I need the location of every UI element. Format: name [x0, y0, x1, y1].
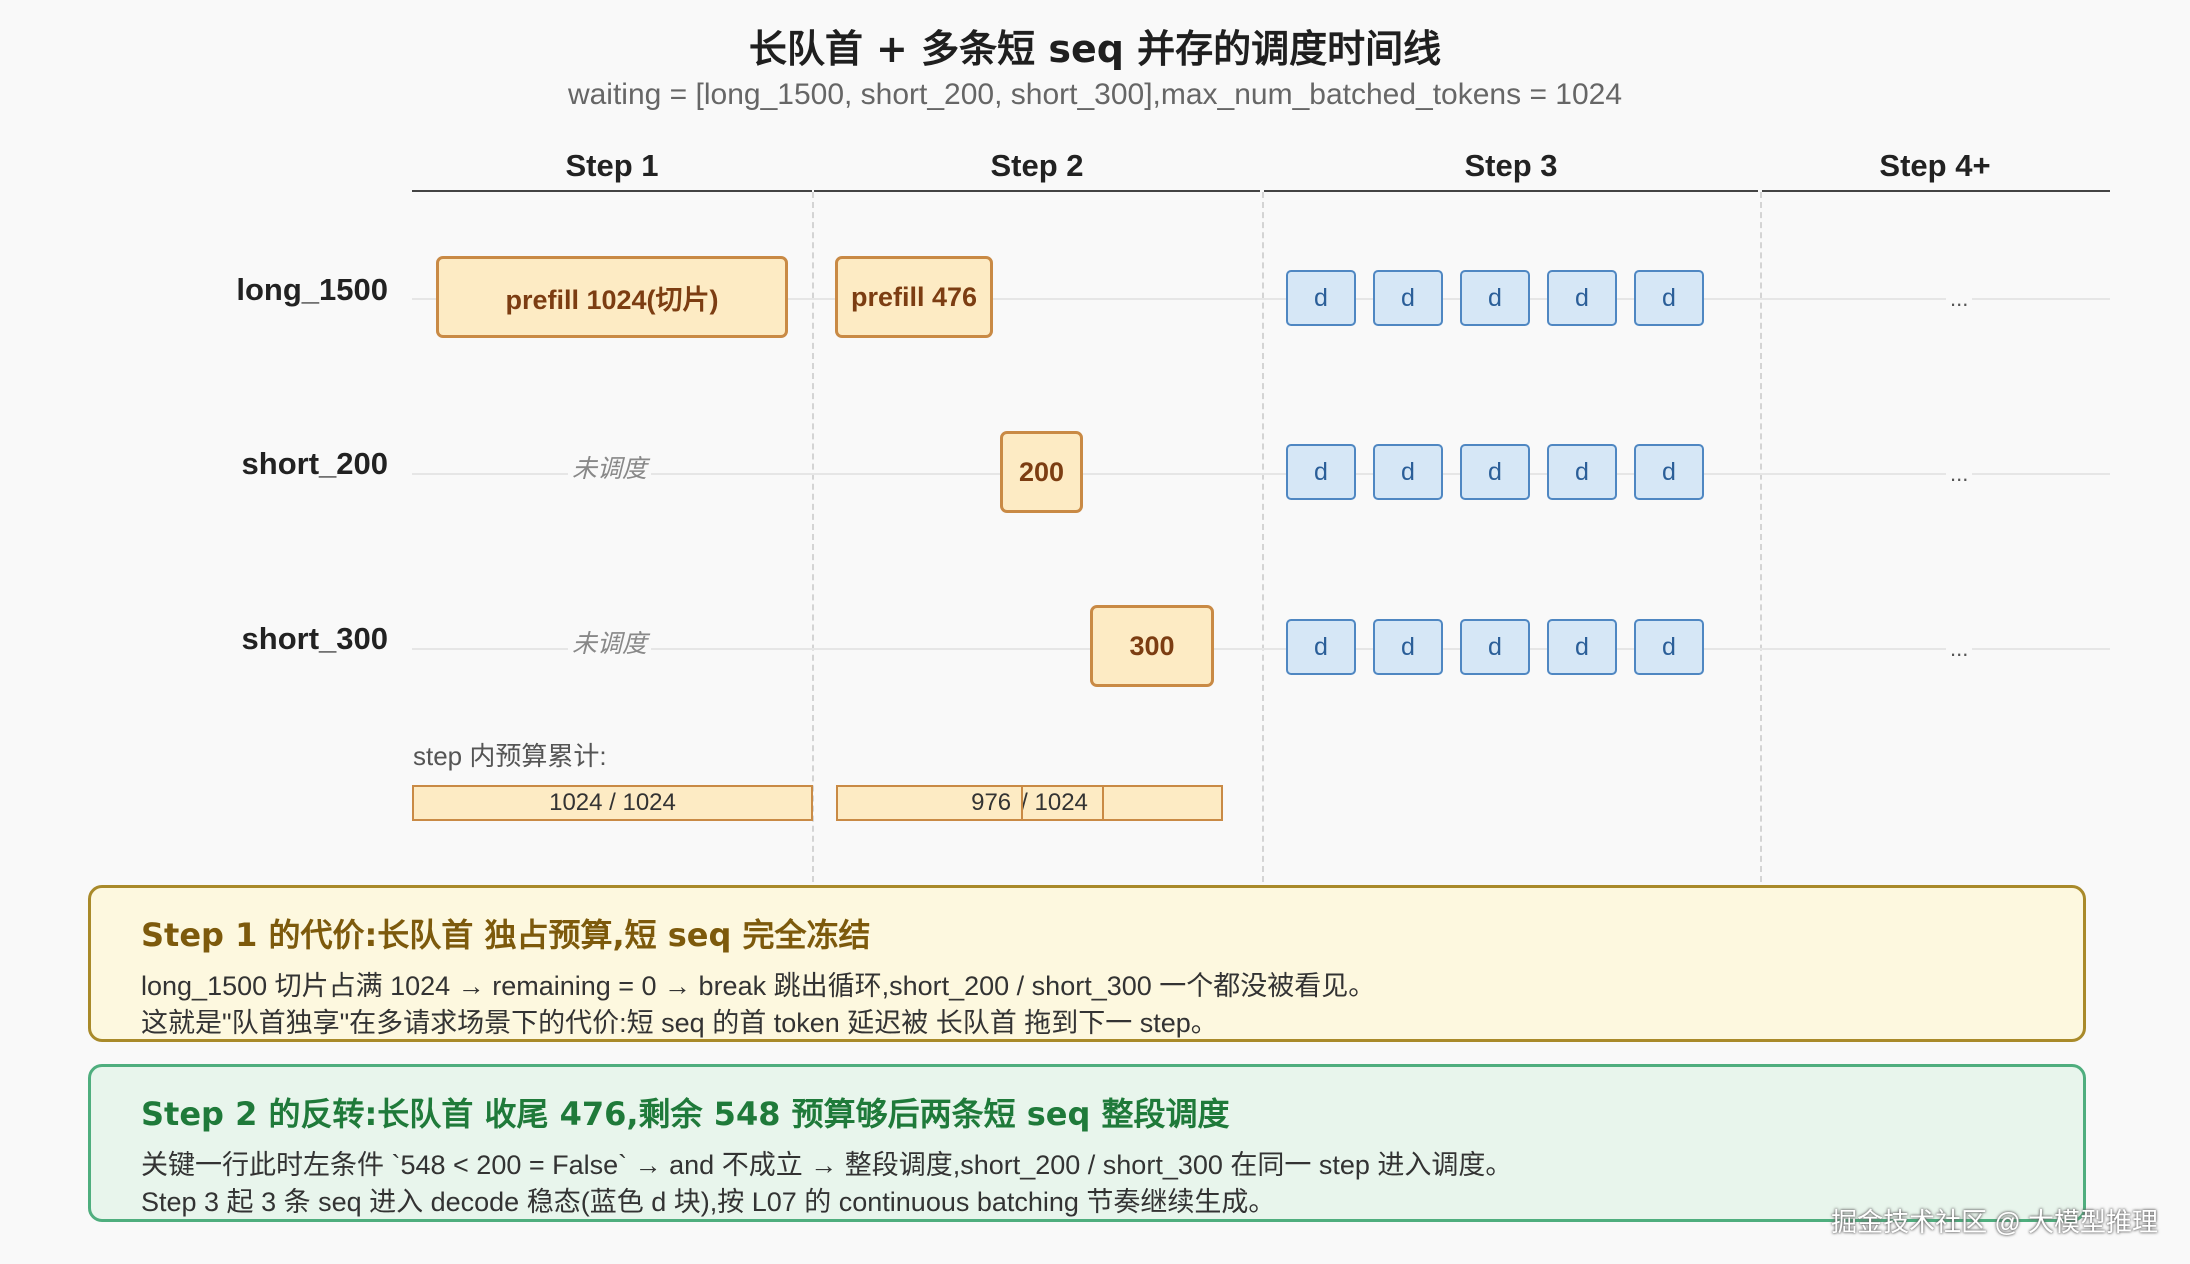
note-line: long_1500 切片占满 1024 → remaining = 0 → br… [141, 971, 1376, 1001]
decode-block: d [1373, 444, 1443, 500]
step-header-3: Step 3 [1464, 148, 1558, 183]
budget-used-step2: 976 [971, 789, 1012, 816]
note-step2-reversal: Step 2 的反转:长队首 收尾 476,剩余 548 预算够后两条短 seq… [88, 1064, 2086, 1222]
unscheduled-short300: 未调度 [568, 624, 652, 660]
note-step1-cost: Step 1 的代价:长队首 独占预算,短 seq 完全冻结 long_1500… [88, 885, 2086, 1042]
header-rule-step2 [814, 190, 1260, 192]
unscheduled-short200: 未调度 [568, 449, 652, 485]
note-line: 关键一行此时左条件 `548 < 200 = False` → and 不成立 … [141, 1150, 1513, 1180]
decode-block: d [1286, 619, 1356, 675]
budget-tick-a [1021, 787, 1023, 819]
header-rule-step1 [412, 190, 812, 192]
budget-bar-step1: 1024 / 1024 [412, 785, 813, 821]
prefill-block-short200: 200 [1000, 431, 1083, 513]
row-label-short200: short_200 [241, 446, 388, 481]
watermark: 掘金技术社区 @ 大模型推理 [1831, 1207, 2158, 1237]
header-rule-step3 [1264, 190, 1758, 192]
step-header-2: Step 2 [990, 148, 1084, 183]
row-line-short200 [412, 473, 2110, 475]
budget-total-step2: / 1024 [1021, 789, 1088, 816]
decode-block: d [1286, 444, 1356, 500]
decode-block: d [1547, 270, 1617, 326]
decode-block: d [1373, 619, 1443, 675]
decode-block: d [1460, 619, 1530, 675]
step-divider-3 [1760, 192, 1762, 882]
step-divider-1 [812, 192, 814, 882]
decode-block: d [1547, 619, 1617, 675]
row-label-long: long_1500 [236, 272, 388, 307]
step-header-4: Step 4+ [1879, 148, 1991, 183]
decode-block: d [1634, 270, 1704, 326]
prefill-block-short300: 300 [1090, 605, 1214, 687]
budget-tick-b [1102, 787, 1104, 819]
decode-block: d [1286, 270, 1356, 326]
header-rule-step4 [1762, 190, 2110, 192]
budget-value-step1: 1024 / 1024 [549, 789, 676, 816]
note-title: Step 1 的代价:长队首 独占预算,短 seq 完全冻结 [141, 916, 871, 954]
decode-block: d [1634, 444, 1704, 500]
ellipsis-short200: ... [1946, 461, 1973, 487]
prefill-block-long-step2: prefill 476 [835, 256, 993, 338]
decode-block: d [1547, 444, 1617, 500]
diagram-subtitle: waiting = [long_1500, short_200, short_3… [567, 78, 1623, 111]
decode-block: d [1460, 270, 1530, 326]
ellipsis-short300: ... [1946, 636, 1973, 662]
step-header-1: Step 1 [565, 148, 659, 183]
decode-block: d [1373, 270, 1443, 326]
prefill-block-long-step1: prefill 1024(切片) [436, 256, 788, 338]
step-divider-2 [1262, 192, 1264, 882]
decode-block: d [1634, 619, 1704, 675]
budget-label: step 内预算累计: [413, 741, 607, 771]
ellipsis-long: ... [1946, 286, 1973, 312]
budget-bar-step2: 976 / 1024 [836, 785, 1223, 821]
note-line: Step 3 起 3 条 seq 进入 decode 稳态(蓝色 d 块),按 … [141, 1187, 1276, 1217]
diagram-title: 长队首 + 多条短 seq 并存的调度时间线 [748, 27, 1442, 71]
row-line-short300 [412, 648, 2110, 650]
note-title: Step 2 的反转:长队首 收尾 476,剩余 548 预算够后两条短 seq… [141, 1095, 1230, 1133]
row-label-short300: short_300 [241, 621, 388, 656]
note-line: 这就是"队首独享"在多请求场景下的代价:短 seq 的首 token 延迟被 长… [141, 1008, 1218, 1038]
decode-block: d [1460, 444, 1530, 500]
